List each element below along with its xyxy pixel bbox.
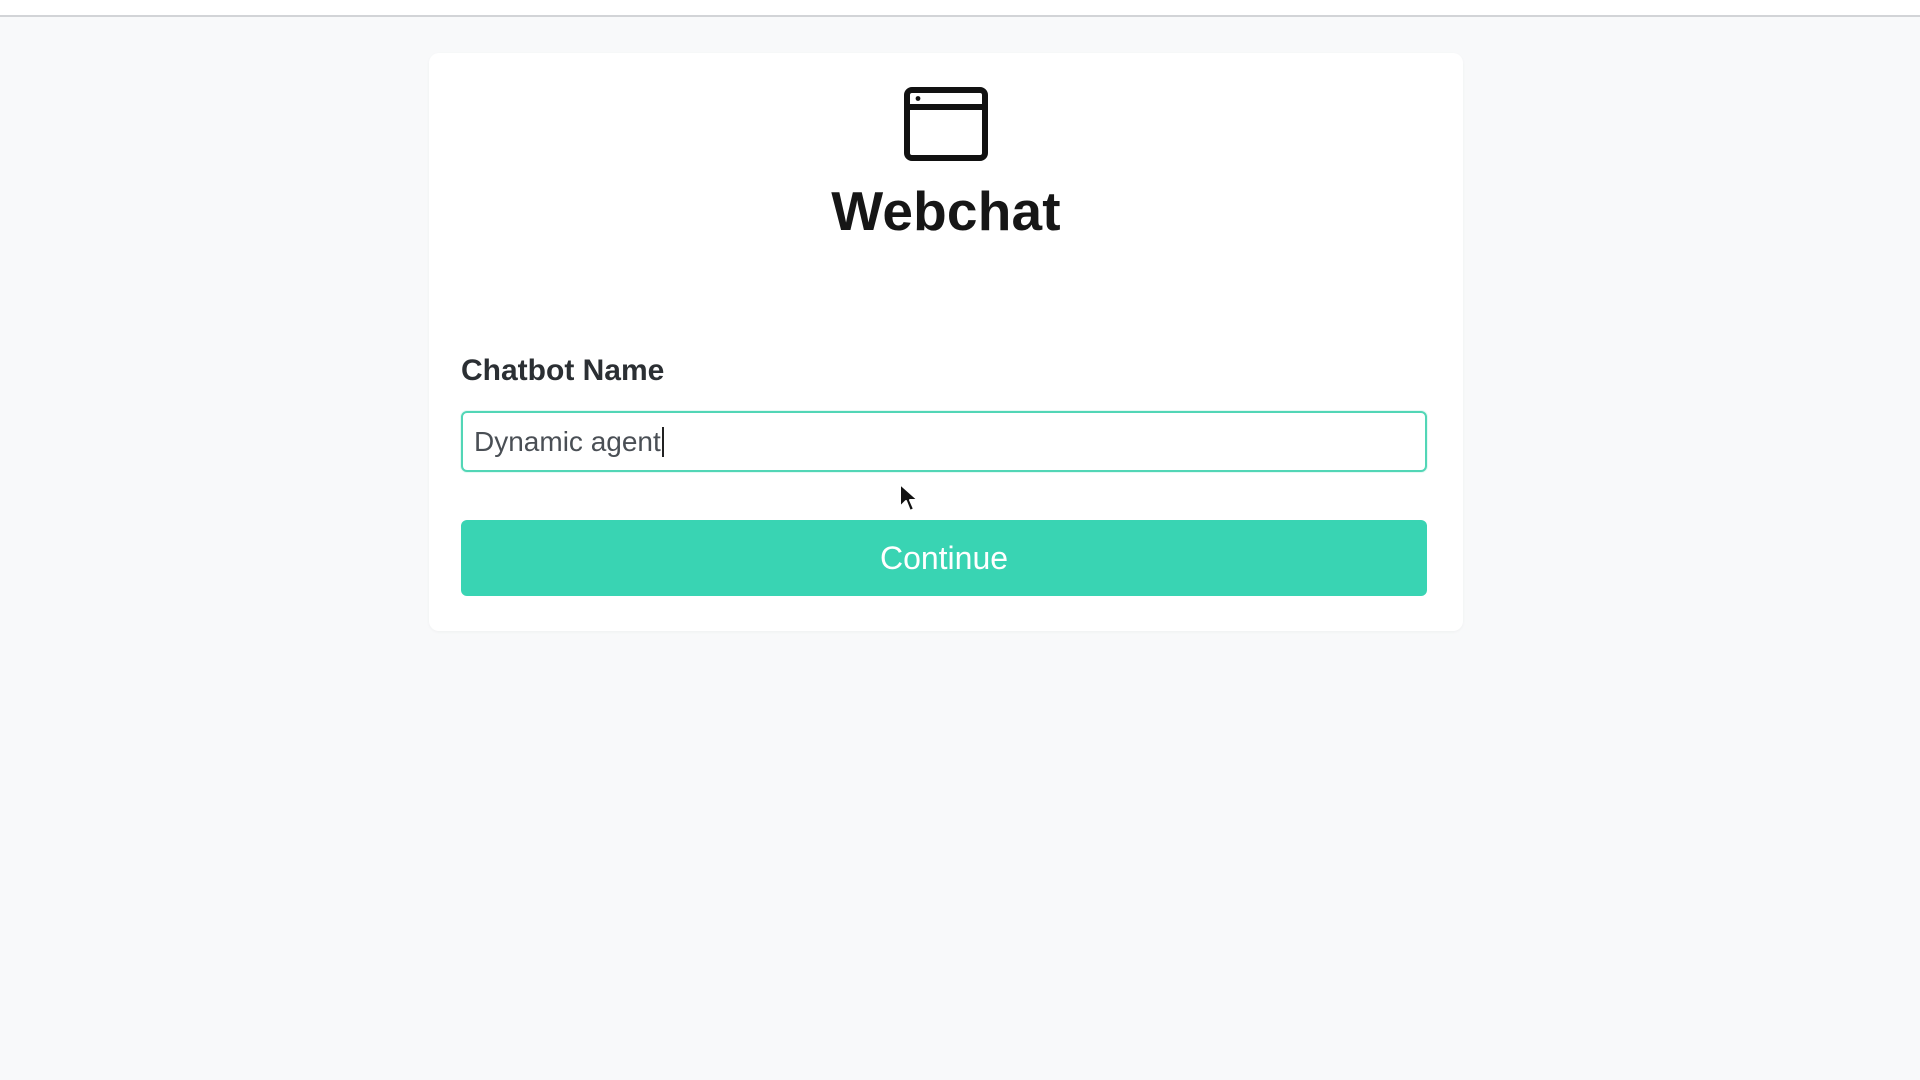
continue-button[interactable]: Continue (461, 520, 1427, 596)
setup-card: Webchat Chatbot Name Dynamic agent Conti… (429, 53, 1463, 631)
page-title: Webchat (831, 180, 1061, 242)
browser-window-icon (903, 86, 989, 162)
chatbot-name-value: Dynamic agent (474, 425, 661, 457)
top-divider (0, 0, 1920, 17)
chatbot-name-input[interactable]: Dynamic agent (461, 411, 1427, 472)
chatbot-name-label: Chatbot Name (461, 354, 665, 387)
text-caret (661, 426, 664, 457)
